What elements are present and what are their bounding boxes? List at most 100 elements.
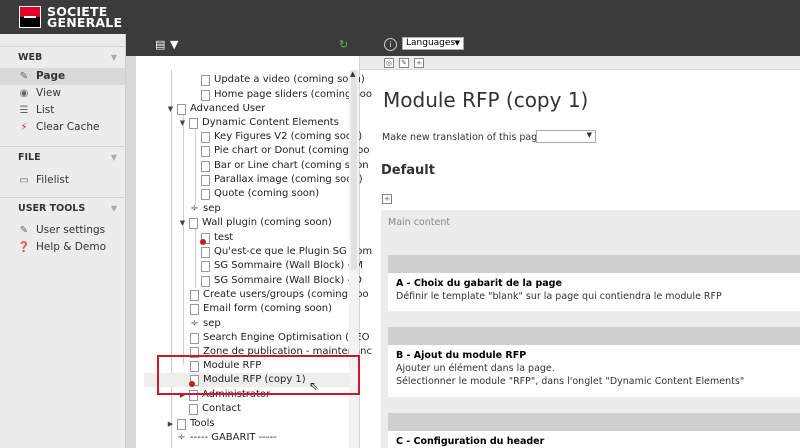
page-icon (201, 188, 210, 200)
tree-toolbar-strip (126, 34, 136, 448)
tree-guide-line (195, 228, 196, 288)
module-view[interactable]: ◉ View (0, 85, 125, 102)
tree-node[interactable]: ▼ Dynamic Content Elements (178, 116, 339, 130)
highlight-box (157, 355, 360, 395)
module-page[interactable]: ✎ Page (0, 68, 125, 85)
page-icon (201, 174, 210, 186)
tree-node[interactable]: Qu'est-ce que le Plugin SG Som (201, 245, 372, 259)
page-icon (201, 246, 210, 258)
collapse-icon: ▼ (110, 53, 117, 62)
help-icon: ❓ (17, 242, 31, 253)
chevron-down-icon: ▼ (586, 131, 592, 139)
content-element-header[interactable] (388, 327, 800, 345)
collapse-icon: ▼ (110, 153, 117, 162)
folder-icon: ▭ (19, 175, 29, 186)
new-page-icon[interactable]: + (414, 58, 424, 68)
tree-node[interactable]: Parallax image (coming soon) (201, 173, 363, 187)
tree-node[interactable]: test (200, 231, 233, 245)
separator-icon: ÷ (177, 432, 186, 443)
tree-scrollbar-thumb[interactable] (351, 70, 357, 270)
list-icon: ☰ (19, 105, 29, 116)
tree-node[interactable]: SG Sommaire (Wall Block) - M (201, 259, 363, 273)
translation-label: Make new translation of this page: (382, 132, 547, 143)
page-icon (201, 74, 210, 86)
separator-icon: ÷ (190, 318, 199, 329)
filter-icon[interactable]: ▼ (170, 38, 178, 51)
tree-node[interactable]: Key Figures V2 (coming soon) (201, 130, 362, 144)
tree-node-separator[interactable]: ÷ sep (190, 202, 220, 216)
collapse-toggle-icon[interactable]: ▼ (178, 216, 187, 230)
page-icon (201, 89, 210, 101)
tree-node[interactable]: SG Sommaire (Wall Block) - D (201, 274, 362, 288)
tree-node[interactable]: Update a video (coming soon) (201, 73, 365, 87)
content-element-title: A - Choix du gabarit de la page (396, 278, 562, 289)
logo-line-2: GENERALE (47, 15, 123, 30)
content-element-header[interactable] (388, 413, 800, 431)
page-hidden-icon (200, 232, 210, 245)
societe-generale-logo[interactable]: SOCIETE GENERALE (19, 5, 122, 29)
column-heading: Default (381, 163, 435, 178)
tree-node[interactable]: ▼ Wall plugin (coming soon) (178, 216, 332, 230)
group-web[interactable]: WEB ▼ (0, 46, 125, 68)
content-element-text: Ajouter un élément dans la page. (396, 363, 555, 374)
refresh-icon[interactable]: ↻ (339, 38, 348, 51)
page-icon (201, 275, 210, 287)
page-icon (190, 332, 199, 344)
content-element-text: Définir le template "blank" sur la page … (396, 291, 722, 302)
page-icon (201, 131, 210, 143)
content-element-header[interactable] (388, 255, 800, 273)
page-icon (189, 217, 198, 229)
languages-select[interactable]: Languages ▼ (402, 37, 464, 50)
page-icon (190, 303, 199, 315)
tree-node[interactable]: Pie chart or Donut (coming soo (201, 144, 369, 158)
lightning-icon: ⚡ (20, 122, 28, 133)
help-icon[interactable]: i (384, 38, 397, 51)
content-element-title: B - Ajout du module RFP (396, 350, 527, 361)
page-icon (177, 418, 186, 430)
tree-node[interactable]: Contact (178, 402, 241, 416)
edit-page-icon[interactable]: ✎ (399, 58, 409, 68)
translation-select[interactable]: ▼ (536, 130, 596, 143)
eye-icon: ◉ (19, 88, 29, 99)
page-icon (201, 145, 210, 157)
page-icon (189, 403, 198, 415)
module-list[interactable]: ☰ List (0, 102, 125, 119)
expand-toggle-icon[interactable]: ▶ (166, 417, 175, 431)
tree-node[interactable]: Create users/groups (coming soo (190, 288, 369, 302)
group-file[interactable]: FILE ▼ (0, 146, 125, 168)
top-bar: SOCIETE GENERALE (0, 0, 800, 34)
new-page-icon[interactable]: ▤ (155, 38, 165, 51)
scroll-up-icon[interactable]: ▲ (350, 70, 355, 78)
collapse-toggle-icon[interactable]: ▼ (166, 102, 175, 116)
tree-node[interactable]: ▼ Advanced User (166, 102, 265, 116)
module-help-demo[interactable]: ❓ Help & Demo (0, 239, 125, 256)
tree-node[interactable]: Quote (coming soon) (201, 187, 319, 201)
separator-icon: ÷ (190, 203, 199, 214)
module-filelist[interactable]: ▭ Filelist (0, 172, 125, 189)
tree-node-separator[interactable]: ÷ ----- GABARIT ----- (166, 431, 276, 445)
page-icon (201, 260, 210, 272)
module-user-settings[interactable]: ✎ User settings (0, 222, 125, 239)
content-element-title: C - Configuration du header (396, 436, 545, 447)
new-content-element-icon[interactable]: + (382, 194, 392, 204)
module-menu: WEB ▼ ✎ Page ◉ View ☰ List ⚡ Clear Cache FILE… (0, 34, 126, 448)
tree-guide-line (183, 110, 184, 365)
tree-node-separator[interactable]: ÷ sep (190, 317, 220, 331)
content-toolbar (360, 56, 800, 70)
tree-node[interactable]: ▶ Tools (166, 417, 215, 431)
module-clear-cache[interactable]: ⚡ Clear Cache (0, 119, 125, 136)
collapse-toggle-icon[interactable]: ▼ (178, 116, 187, 130)
logo-mark-icon (19, 6, 41, 28)
tree-node[interactable]: Home page sliders (coming soo (201, 88, 372, 102)
tree-node[interactable]: Email form (coming soon) (190, 302, 332, 316)
chevron-down-icon: ▼ (454, 39, 460, 47)
page-icon (189, 117, 198, 129)
page-icon (190, 289, 199, 301)
tree-node[interactable]: Search Engine Optimisation (SEO (190, 331, 370, 345)
tree-node[interactable]: Bar or Line chart (coming soon (201, 159, 369, 173)
view-page-icon[interactable]: ◎ (384, 58, 394, 68)
main-content-label: Main content (388, 217, 451, 228)
page-icon (201, 160, 210, 172)
group-user-tools[interactable]: USER TOOLS ▼ (0, 197, 125, 219)
tree-header: ▤ ▼ ↻ (126, 34, 360, 56)
